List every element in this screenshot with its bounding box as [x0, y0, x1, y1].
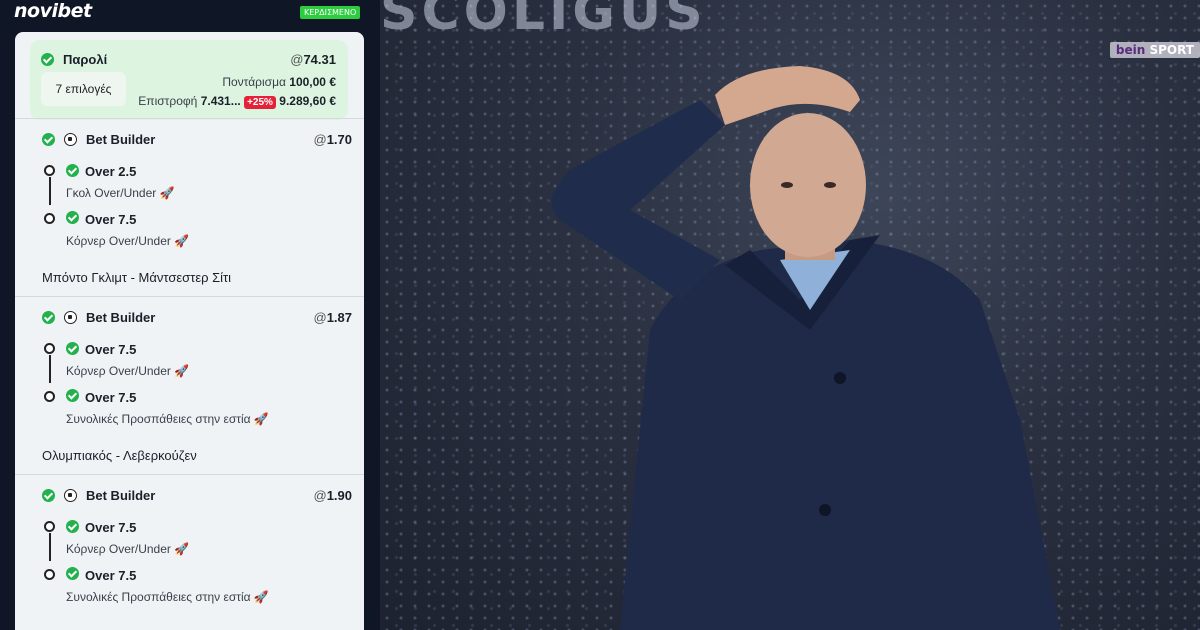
leg-connector [49, 533, 51, 561]
hand [715, 66, 860, 125]
soccer-ball-icon [64, 311, 77, 324]
coach-figure [552, 66, 1060, 630]
boost-badge: +25% [244, 96, 276, 109]
novibet-logo: novibet [14, 0, 92, 22]
bet-odds-value: 1.87 [326, 310, 352, 325]
leg-status-ring [44, 569, 55, 580]
won-check-icon [66, 342, 79, 355]
divider [15, 118, 364, 119]
won-check-icon [42, 133, 55, 146]
leg-market: Κόρνερ Over/Under 🚀 [66, 234, 190, 248]
coat [620, 240, 1060, 630]
won-check-icon [42, 489, 55, 502]
leg-market: Συνολικές Προσπάθειες στην εστία 🚀 [66, 412, 269, 426]
coat-button [819, 504, 831, 516]
broadcast-photo: SCOLIGUS bein SPORT [380, 0, 1200, 630]
won-check-icon [66, 567, 79, 580]
leg-pick: Over 7.5 [85, 568, 137, 583]
leg-status-ring [44, 343, 55, 354]
parlay-odds: @74.31 [290, 52, 336, 67]
selections-count[interactable]: 7 επιλογές [41, 72, 126, 106]
odds-at-symbol: @ [313, 132, 327, 147]
eye [781, 182, 793, 188]
stake-label: Ποντάρισμα [222, 75, 286, 89]
leg-pick: Over 7.5 [85, 520, 137, 535]
won-check-icon [66, 211, 79, 224]
return-label: Επιστροφή [138, 94, 198, 108]
leg-pick: Over 7.5 [85, 390, 137, 405]
won-check-icon [66, 520, 79, 533]
soccer-ball-icon [64, 489, 77, 502]
won-check-icon [41, 53, 54, 66]
leg-market: Κόρνερ Over/Under 🚀 [66, 542, 190, 556]
leg-pick: Over 7.5 [85, 212, 137, 227]
odds-at-symbol: @ [290, 52, 304, 67]
bet-odds-value: 1.70 [326, 132, 352, 147]
leg-connector [49, 177, 51, 205]
bet-odds: @1.70 [313, 132, 352, 147]
leg-market: Συνολικές Προσπάθειες στην εστία 🚀 [66, 590, 269, 604]
won-check-icon [66, 389, 79, 402]
parlay-summary[interactable]: Παρολί @74.31 7 επιλογές Ποντάρισμα 100,… [30, 40, 348, 120]
won-check-icon [42, 311, 55, 324]
leg-status-ring [44, 391, 55, 402]
bet-odds: @1.87 [313, 310, 352, 325]
bet-type: Bet Builder [86, 310, 156, 325]
odds-at-symbol: @ [313, 310, 327, 325]
leg-connector [49, 355, 51, 383]
raised-arm [552, 100, 725, 300]
return-value: 7.431... [200, 94, 241, 108]
divider [15, 474, 364, 475]
won-check-icon [66, 164, 79, 177]
match-name[interactable]: Ολυμπιακός - Λεβερκούζεν [42, 448, 197, 463]
leg-pick: Over 7.5 [85, 342, 137, 357]
coat-button [834, 372, 846, 384]
odds-at-symbol: @ [313, 488, 327, 503]
betslip-panel: novibet ΚΕΡΔΙΣΜΕΝΟ Παρολί @74.31 7 επιλο… [0, 0, 380, 630]
stake-row: Ποντάρισμα 100,00 € [222, 75, 336, 89]
return-row: Επιστροφή 7.431... +25% 9.289,60 € [138, 94, 336, 109]
match-name[interactable]: Μπόντο Γκλιμτ - Μάντσεστερ Σίτι [42, 270, 231, 285]
bet-odds: @1.90 [313, 488, 352, 503]
bet-odds-value: 1.90 [326, 488, 352, 503]
leg-market: Γκολ Over/Under 🚀 [66, 186, 175, 200]
leg-status-ring [44, 521, 55, 532]
parlay-title: Παρολί [63, 52, 108, 67]
leg-pick: Over 2.5 [85, 164, 137, 179]
bet-type: Bet Builder [86, 488, 156, 503]
boosted-return-value: 9.289,60 € [279, 94, 336, 108]
bet-type: Bet Builder [86, 132, 156, 147]
betslip-card: Παρολί @74.31 7 επιλογές Ποντάρισμα 100,… [15, 32, 364, 630]
head [750, 113, 866, 257]
leg-status-ring [44, 165, 55, 176]
eye [824, 182, 836, 188]
leg-market: Κόρνερ Over/Under 🚀 [66, 364, 190, 378]
soccer-ball-icon [64, 133, 77, 146]
divider [15, 296, 364, 297]
parlay-odds-value: 74.31 [303, 52, 336, 67]
stake-value: 100,00 € [289, 75, 336, 89]
leg-status-ring [44, 213, 55, 224]
won-status-badge: ΚΕΡΔΙΣΜΕΝΟ [300, 6, 361, 19]
